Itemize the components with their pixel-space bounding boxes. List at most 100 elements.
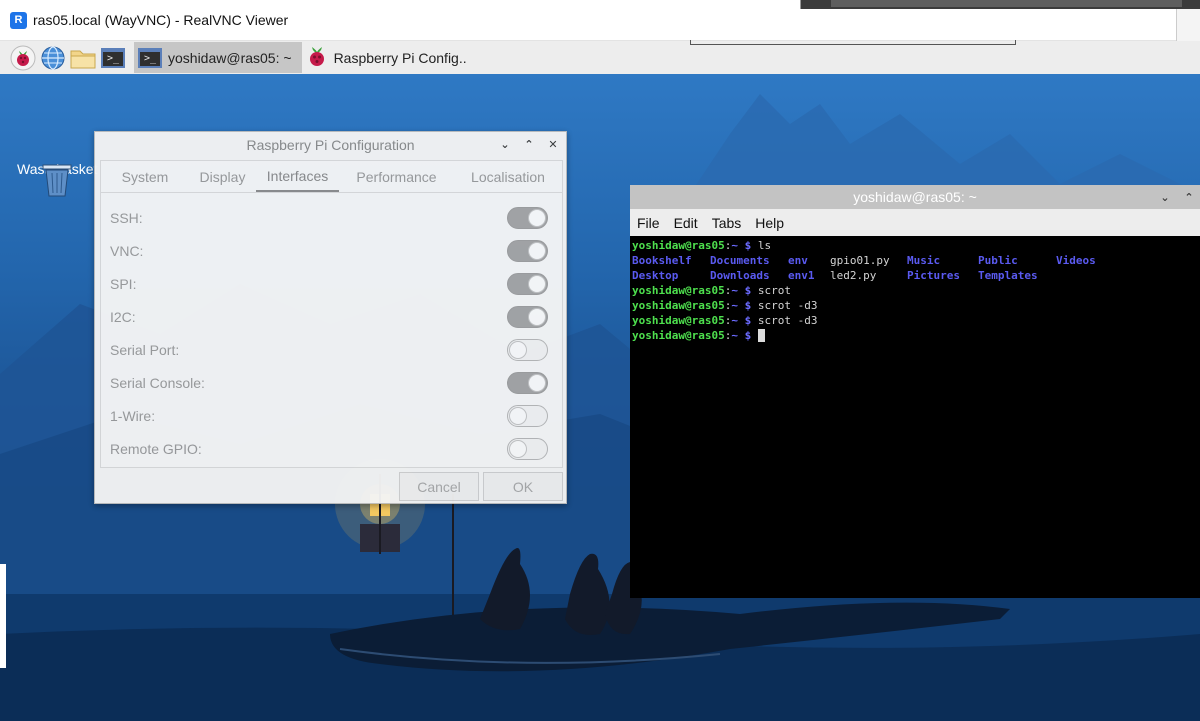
prompt-line: yoshidaw@ras05: ~ $ scrot [632, 283, 1200, 298]
setting-label: Remote GPIO: [110, 441, 202, 457]
setting-label: Serial Port: [110, 342, 180, 358]
file-manager-icon[interactable] [68, 43, 98, 73]
setting-row-ssh: SSH: [110, 205, 548, 231]
ls-directory-entry: Documents [710, 254, 770, 267]
tab-interfaces[interactable]: Interfaces [256, 161, 339, 192]
menu-edit[interactable]: Edit [674, 215, 698, 231]
task-terminal-label: yoshidaw@ras05: ~ [168, 49, 292, 66]
i2c-toggle[interactable] [507, 306, 548, 328]
tab-localisation[interactable]: Localisation [454, 161, 562, 192]
setting-row-vnc: VNC: [110, 238, 548, 264]
close-button[interactable]: ✕ [546, 136, 560, 152]
ok-button[interactable]: OK [483, 472, 563, 501]
minimize-button[interactable]: ⌄ [1158, 189, 1172, 205]
prompt-user: yoshidaw@ras05 [632, 299, 725, 312]
spi-toggle[interactable] [507, 273, 548, 295]
ls-output-line: Bookshelf Documents env gpio01.py Music Publi… [632, 253, 1200, 268]
ls-output-line: Desktop Downloads env1 led2.py Pictures Templ… [632, 268, 1200, 283]
terminal-glyph: >_ [101, 47, 125, 68]
web-browser-icon[interactable] [38, 43, 68, 73]
serial-port-toggle[interactable] [507, 339, 548, 361]
setting-row-1-wire: 1-Wire: [110, 403, 548, 429]
overlay-window-outline [690, 40, 1016, 45]
menu-tabs[interactable]: Tabs [712, 215, 742, 231]
raspberry-menu-icon[interactable] [8, 43, 38, 73]
prompt-line: yoshidaw@ras05: ~ $ scrot -d3 [632, 298, 1200, 313]
prompt-symbol: $ [737, 329, 758, 342]
setting-row-serial-console: Serial Console: [110, 370, 548, 396]
background-window-sliver [0, 564, 6, 668]
ls-directory-entry: env1 [788, 269, 815, 282]
vnc-toggle[interactable] [507, 240, 548, 262]
ls-directory-entry: Pictures [907, 269, 960, 282]
terminal-cursor [757, 329, 765, 342]
wastebasket-icon [42, 164, 72, 197]
serial-console-toggle[interactable] [507, 372, 548, 394]
prompt-symbol: $ [737, 299, 758, 312]
command-text: ls [757, 239, 772, 252]
terminal-titlebar[interactable]: yoshidaw@ras05: ~ ⌄ ⌃ [630, 185, 1200, 209]
prompt-path: ~ [731, 299, 738, 312]
raspberry-icon [306, 44, 328, 71]
prompt-line: yoshidaw@ras05: ~ $ ls [632, 238, 1200, 253]
prompt-path: ~ [731, 239, 738, 252]
task-raspberry-pi-config-label: Raspberry Pi Config.. [333, 49, 467, 66]
prompt-separator: : [724, 314, 732, 327]
terminal-icon: >_ [138, 47, 162, 68]
prompt-separator: : [724, 239, 732, 252]
cancel-button[interactable]: Cancel [399, 472, 479, 501]
command-text: scrot -d3 [757, 299, 818, 312]
remote-gpio-toggle[interactable] [507, 438, 548, 460]
ls-directory-entry: Desktop [632, 269, 679, 282]
tab-display[interactable]: Display [189, 161, 256, 192]
setting-row-remote-gpio: Remote GPIO: [110, 436, 548, 462]
prompt-user: yoshidaw@ras05 [632, 329, 725, 342]
taskbar: >_ >_ yoshidaw@ras05: ~ Raspberry Pi Con… [0, 41, 1200, 74]
background-window-edge [800, 0, 1200, 9]
prompt-user: yoshidaw@ras05 [632, 314, 725, 327]
config-title: Raspberry Pi Configuration [246, 137, 415, 153]
prompt-path: ~ [731, 284, 738, 297]
terminal-icon[interactable]: >_ [98, 43, 128, 73]
prompt-user: yoshidaw@ras05 [632, 284, 725, 297]
ls-directory-entry: Music [907, 254, 941, 267]
minimize-button[interactable]: ⌄ [498, 136, 512, 152]
terminal-output[interactable]: yoshidaw@ras05: ~ $ ls Bookshelf Documents e… [630, 236, 1200, 343]
maximize-button[interactable]: ⌃ [1182, 189, 1196, 205]
menu-file[interactable]: File [637, 215, 660, 231]
command-text: scrot [757, 284, 791, 297]
setting-label: Serial Console: [110, 375, 205, 391]
task-terminal[interactable]: >_ yoshidaw@ras05: ~ [134, 42, 302, 73]
background-window-edge-right [1176, 9, 1200, 41]
setting-label: 1-Wire: [110, 408, 156, 424]
ls-file-entry: led2.py [830, 269, 877, 282]
one-wire-toggle[interactable] [507, 405, 548, 427]
prompt-path: ~ [731, 314, 738, 327]
tab-performance[interactable]: Performance [339, 161, 454, 192]
ssh-toggle[interactable] [507, 207, 548, 229]
ls-directory-entry: Templates [978, 269, 1038, 282]
prompt-separator: : [724, 284, 732, 297]
raspberry-pi-configuration-dialog: Raspberry Pi Configuration ⌄ ⌃ ✕ System … [94, 131, 567, 504]
config-titlebar[interactable]: Raspberry Pi Configuration ⌄ ⌃ ✕ [95, 132, 566, 158]
menu-help[interactable]: Help [755, 215, 784, 231]
setting-row-serial-port: Serial Port: [110, 337, 548, 363]
prompt-line: yoshidaw@ras05: ~ $ [632, 328, 1200, 343]
setting-label: SPI: [110, 276, 137, 292]
setting-label: SSH: [110, 210, 143, 226]
terminal-menubar: File Edit Tabs Help [630, 209, 1200, 236]
realvnc-logo-icon: R [10, 11, 27, 29]
ls-directory-entry: Videos [1056, 254, 1096, 267]
host-window-title: ras05.local (WayVNC) - RealVNC Viewer [33, 12, 289, 28]
setting-label: VNC: [110, 243, 144, 259]
prompt-symbol: $ [737, 284, 758, 297]
setting-label: I2C: [110, 309, 136, 325]
setting-row-spi: SPI: [110, 271, 548, 297]
maximize-button[interactable]: ⌃ [522, 136, 536, 152]
config-tabs: System Display Interfaces Performance Lo… [101, 161, 562, 193]
prompt-separator: : [724, 329, 732, 342]
task-raspberry-pi-config[interactable]: Raspberry Pi Config.. [302, 42, 477, 73]
prompt-user: yoshidaw@ras05 [632, 239, 725, 252]
prompt-separator: : [724, 299, 732, 312]
tab-system[interactable]: System [101, 161, 189, 192]
